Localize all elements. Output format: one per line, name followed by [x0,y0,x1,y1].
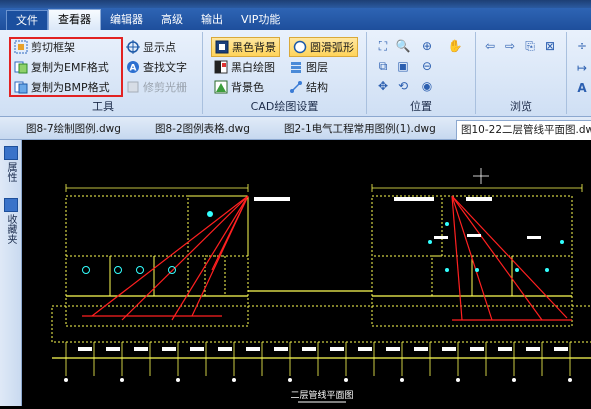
doc-tab-3[interactable]: 图2-1电气工程常用图例(1).dwg [284,120,436,139]
browse-group-label: 浏览 [510,100,532,113]
trim-raster-label: 修剪光栅 [143,81,187,94]
structure-label: 结构 [306,81,328,94]
layers-button[interactable]: 图层 [289,58,328,76]
drawing-caption: 二层管线平面图 [290,389,353,401]
zoom-in-icon[interactable]: ⊕ [419,38,435,54]
zoom-rect-icon[interactable]: ▣ [395,58,411,74]
title-bar [0,0,591,8]
open-file-icon[interactable]: ⎘ [522,38,538,54]
bw-drawing-button[interactable]: 黑白绘图 [214,58,275,76]
find-text-icon: A [126,60,140,74]
structure-button[interactable]: 结构 [289,78,328,96]
favorites-icon [4,198,18,212]
show-point-button[interactable]: 显示点 [126,38,176,56]
find-text-label: 查找文字 [143,61,187,74]
ribbon: 剪切框架 复制为EMF格式 复制为BMP格式 显示点 A 查找文字 修剪光栅 工… [0,30,591,117]
cad-group-label: CAD绘图设置 [250,100,319,113]
find-text-button[interactable]: A 查找文字 [126,58,187,76]
menu-editor[interactable]: 编辑器 [101,10,152,30]
side-tab-properties[interactable]: 属性 [3,162,18,182]
bg-color-button[interactable]: 背景色 [214,78,264,96]
structure-icon [289,80,303,94]
cad-drawing: 二层管线平面图 [51,168,591,403]
text-a-icon[interactable]: A [574,80,590,96]
bw-drawing-label: 黑白绘图 [231,61,275,74]
move-icon[interactable]: ✥ [375,78,391,94]
layers-icon [289,60,303,74]
doc-tab-2[interactable]: 图8-2图例表格.dwg [155,120,250,139]
pan-hand-icon[interactable]: ✋ [447,38,463,54]
menu-advanced[interactable]: 高级 [152,10,192,30]
black-background-button[interactable]: 黑色背景 [211,37,280,57]
menu-output[interactable]: 输出 [192,10,232,30]
group-cad-settings: 黑色背景 圆滑弧形 黑白绘图 图层 背景色 结构 CAD绘图设置 [203,32,367,114]
width-icon[interactable]: ↦ [574,60,590,76]
bg-color-label: 背景色 [231,81,264,94]
zoom-out-icon[interactable]: ⊖ [419,58,435,74]
forward-arrow-icon[interactable]: ⇨ [502,38,518,54]
black-background-label: 黑色背景 [232,41,276,54]
menu-bar: 文件 查看器 编辑器 高级 输出 VIP功能 [0,8,591,30]
document-tabs: 图8-7绘制图例.dwg 图8-2图例表格.dwg 图2-1电气工程常用图例(1… [0,117,591,140]
drawing-canvas[interactable]: 二层管线平面图 [22,140,591,406]
group-browse: ⇦ ⇨ ⎘ ⊠ 浏览 [476,32,567,114]
back-arrow-icon[interactable]: ⇦ [482,38,498,54]
show-point-label: 显示点 [143,41,176,54]
position-group-label: 位置 [410,100,432,113]
highlight-box [9,37,123,97]
side-tab-favorites[interactable]: 收藏夹 [3,214,18,244]
doc-tab-4[interactable]: 图10-22二层管线平面图.dw [456,120,591,140]
trim-raster-icon [126,80,140,94]
close-file-icon[interactable]: ⊠ [542,38,558,54]
smooth-arc-label: 圆滑弧形 [310,41,354,54]
fit-extents-icon[interactable]: ⧉ [375,58,391,74]
trim-raster-button[interactable]: 修剪光栅 [126,78,187,96]
menu-file[interactable]: 文件 [6,10,48,30]
side-panel: 属性 收藏夹 [0,140,22,406]
black-background-icon [215,40,229,54]
refresh-icon[interactable]: ◉ [419,78,435,94]
zoom-window-icon[interactable]: 🔍 [395,38,411,54]
menu-vip[interactable]: VIP功能 [232,10,289,30]
menu-viewer[interactable]: 查看器 [48,9,101,30]
crosshair-icon [126,40,140,54]
bg-color-icon [214,80,228,94]
bw-drawing-icon [214,60,228,74]
fit-icon[interactable]: ⛶ [375,38,391,54]
divide-icon[interactable]: ÷ [574,38,590,54]
properties-icon [4,146,18,160]
group-position: ⛶ 🔍 ⊕ ✋ ⧉ ▣ ⊖ ✥ ⟲ ◉ 位置 [367,32,476,114]
smooth-arc-icon [293,40,307,54]
doc-tab-1[interactable]: 图8-7绘制图例.dwg [26,120,121,139]
svg-text:A: A [130,64,137,74]
layers-label: 图层 [306,61,328,74]
rotate-icon[interactable]: ⟲ [395,78,411,94]
tools-group-label: 工具 [92,100,114,113]
smooth-arc-button[interactable]: 圆滑弧形 [289,37,358,57]
